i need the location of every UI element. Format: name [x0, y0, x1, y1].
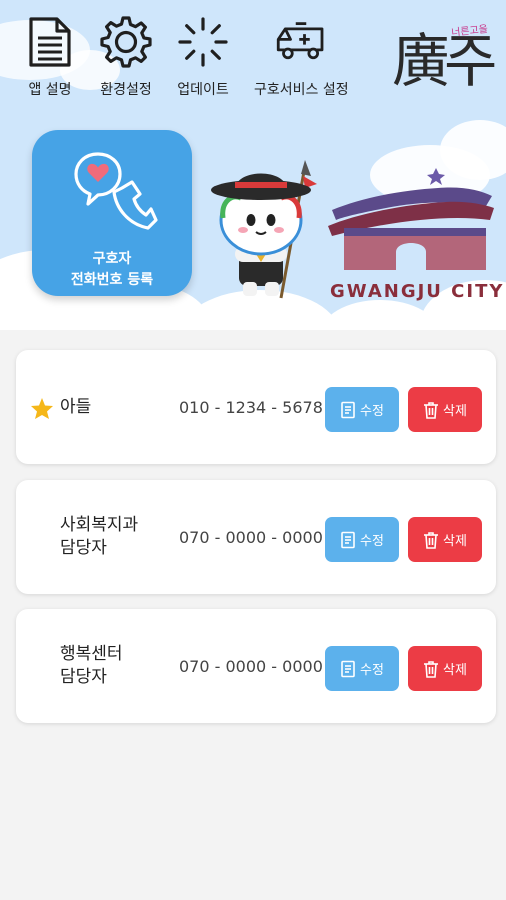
- contact-name: 아들: [60, 397, 92, 417]
- delete-button[interactable]: 삭제: [408, 387, 482, 432]
- delete-button[interactable]: 삭제: [408, 517, 482, 562]
- trash-icon: [424, 401, 439, 419]
- register-guardian-phone-button[interactable]: 구호자 전화번호 등록: [32, 130, 192, 296]
- header-banner: 앱 설명 환경설정 업데이트 구호서비스 설정 너른고을 廣주 구호자 전화번호…: [0, 0, 506, 330]
- delete-button[interactable]: 삭제: [408, 646, 482, 691]
- app-description-button[interactable]: 앱 설명: [22, 14, 78, 99]
- contact-card: 행복센터 담당자 070 - 0000 - 0000 수정 삭제: [16, 609, 496, 723]
- contact-name-line2: 담당자: [60, 667, 107, 687]
- star-icon: [30, 397, 54, 424]
- contact-name-line1: 행복센터: [60, 644, 123, 664]
- edit-button-label: 수정: [360, 663, 384, 678]
- document-icon: [22, 14, 78, 70]
- settings-button[interactable]: 환경설정: [98, 14, 154, 99]
- edit-document-icon: [341, 401, 355, 418]
- contact-card: 사회복지과 담당자 070 - 0000 - 0000 수정 삭제: [16, 480, 496, 594]
- mascot-illustration: [205, 158, 323, 307]
- delete-button-label: 삭제: [443, 404, 467, 419]
- edit-button[interactable]: 수정: [325, 517, 399, 562]
- toolbar-label: 앱 설명: [28, 82, 72, 98]
- trash-icon: [424, 660, 439, 678]
- edit-button-label: 수정: [360, 404, 384, 419]
- register-label-line2: 전화번호 등록: [70, 272, 154, 288]
- update-button[interactable]: 업데이트: [175, 14, 231, 99]
- edit-document-icon: [341, 660, 355, 677]
- contact-name-line1: 사회복지과: [60, 515, 139, 535]
- contact-name-line2: 담당자: [60, 538, 107, 558]
- trash-icon: [424, 531, 439, 549]
- contact-name: 행복센터 담당자: [60, 643, 123, 689]
- logo-text: 廣주: [392, 27, 497, 95]
- city-name-text: GWANGJU CITY: [330, 281, 505, 302]
- edit-document-icon: [341, 531, 355, 548]
- contact-phone: 070 - 0000 - 0000: [179, 528, 323, 547]
- phone-heart-icon: [70, 148, 158, 238]
- toolbar-label: 환경설정: [100, 82, 152, 98]
- contact-phone: 070 - 0000 - 0000: [179, 657, 323, 676]
- toolbar-label: 업데이트: [177, 82, 229, 98]
- edit-button[interactable]: 수정: [325, 646, 399, 691]
- edit-button-label: 수정: [360, 534, 384, 549]
- register-label-line1: 구호자: [92, 251, 132, 267]
- edit-button[interactable]: 수정: [325, 387, 399, 432]
- rescue-service-settings-button[interactable]: 구호서비스 설정: [254, 14, 349, 99]
- delete-button-label: 삭제: [443, 663, 467, 678]
- contact-card: 아들 010 - 1234 - 5678 수정 삭제: [16, 350, 496, 464]
- contact-name: 사회복지과 담당자: [60, 514, 138, 560]
- city-gate-illustration: [326, 150, 496, 284]
- delete-button-label: 삭제: [443, 534, 467, 549]
- ambulance-icon: [273, 14, 329, 70]
- gear-icon: [98, 14, 154, 70]
- top-toolbar: 앱 설명 환경설정 업데이트 구호서비스 설정: [0, 14, 380, 109]
- gwangju-logo: 너른고을 廣주: [388, 20, 498, 104]
- loading-icon: [175, 14, 231, 70]
- toolbar-label: 구호서비스 설정: [254, 82, 349, 98]
- contact-phone: 010 - 1234 - 5678: [179, 398, 323, 417]
